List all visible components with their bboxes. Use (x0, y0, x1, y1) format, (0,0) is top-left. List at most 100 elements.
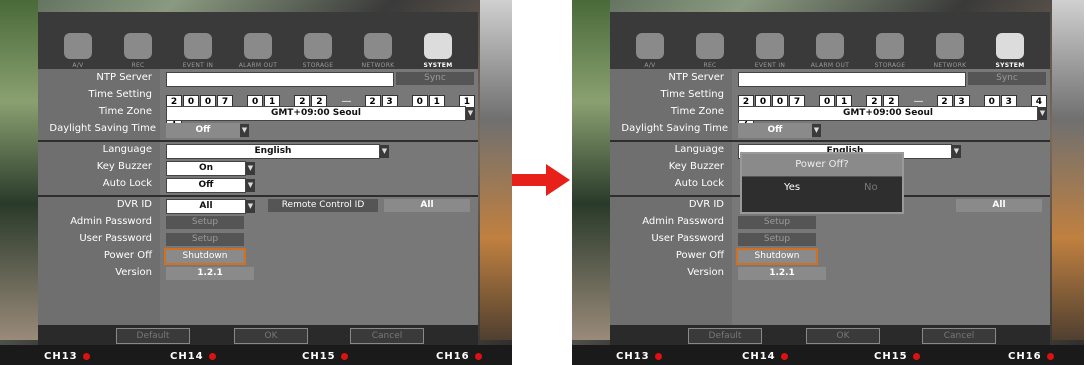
chevron-down-icon[interactable]: ▼ (380, 145, 389, 158)
cancel-button[interactable]: Cancel (922, 328, 996, 344)
version-value: 1.2.1 (166, 267, 254, 280)
system-setup-menu: A/V REC EVENT IN ALARM OUT STORAGE NETWO… (610, 12, 1050, 345)
channel-strip: CH13 CH14 CH15 CH16 (0, 345, 512, 365)
tab-alarm-out[interactable]: ALARM OUT (231, 19, 285, 69)
no-button[interactable]: No (864, 182, 878, 193)
dvr-id-select[interactable]: All (166, 199, 246, 214)
tab-network[interactable]: NETWORK (351, 19, 405, 69)
ok-button[interactable]: OK (234, 328, 308, 344)
label-power-off: Power Off (675, 250, 724, 261)
tab-storage[interactable]: STORAGE (863, 19, 917, 69)
camera-feed-background (572, 0, 610, 340)
channel-label-ch14: CH14 (170, 351, 216, 362)
network-icon (936, 33, 964, 59)
label-admin-password: Admin Password (70, 216, 152, 227)
chevron-down-icon[interactable]: ▼ (246, 179, 255, 192)
chevron-down-icon[interactable]: ▼ (466, 107, 475, 120)
label-dst: Daylight Saving Time (49, 123, 156, 134)
record-dot-icon (208, 352, 216, 360)
tab-event-in[interactable]: EVENT IN (743, 19, 797, 69)
record-dot-icon (780, 352, 788, 360)
channel-label-ch13: CH13 (44, 351, 90, 362)
channel-label-ch15: CH15 (302, 351, 348, 362)
dvr-screen-before: A/V REC EVENT IN ALARM OUT STORAGE NETWO… (0, 0, 512, 365)
ok-button[interactable]: OK (806, 328, 880, 344)
user-password-setup-button[interactable]: Setup (166, 233, 244, 246)
label-key-buzzer: Key Buzzer (96, 161, 152, 172)
menu-bottom-bar: Default OK Cancel (610, 325, 1050, 345)
ntp-server-input[interactable] (738, 72, 966, 87)
label-key-buzzer: Key Buzzer (668, 161, 724, 172)
shutdown-button[interactable]: Shutdown (164, 248, 246, 265)
tab-av[interactable]: A/V (51, 19, 105, 69)
admin-password-setup-button[interactable]: Setup (166, 216, 244, 229)
auto-lock-select[interactable]: Off (166, 178, 246, 193)
network-icon (364, 33, 392, 59)
time-zone-select[interactable]: GMT+09:00 Seoul (738, 106, 1038, 121)
camera-feed-background (1052, 0, 1084, 340)
user-password-setup-button[interactable]: Setup (738, 233, 816, 246)
language-select[interactable]: English (166, 144, 380, 159)
dst-select[interactable]: Off (738, 123, 812, 138)
power-off-dialog: Power Off? Yes No (740, 152, 904, 214)
tab-system[interactable]: SYSTEM (983, 19, 1037, 69)
record-dot-icon (474, 352, 482, 360)
tab-storage[interactable]: STORAGE (291, 19, 345, 69)
tab-system[interactable]: SYSTEM (411, 19, 465, 69)
label-dst: Daylight Saving Time (621, 123, 728, 134)
shutdown-button[interactable]: Shutdown (736, 248, 818, 265)
label-auto-lock: Auto Lock (674, 178, 724, 189)
dst-select[interactable]: Off (166, 123, 240, 138)
default-button[interactable]: Default (116, 328, 190, 344)
admin-password-setup-button[interactable]: Setup (738, 216, 816, 229)
alarm-icon (816, 33, 844, 59)
chevron-down-icon[interactable]: ▼ (246, 200, 255, 213)
section-divider (38, 195, 478, 197)
ntp-server-input[interactable] (166, 72, 394, 87)
tab-av[interactable]: A/V (623, 19, 677, 69)
tab-network[interactable]: NETWORK (923, 19, 977, 69)
record-icon (696, 33, 724, 59)
alarm-icon (244, 33, 272, 59)
record-icon (124, 33, 152, 59)
default-button[interactable]: Default (688, 328, 762, 344)
remote-control-id-value[interactable]: All (384, 199, 470, 212)
chevron-down-icon[interactable]: ▼ (240, 124, 249, 137)
label-language: Language (674, 144, 724, 155)
tab-rec[interactable]: REC (683, 19, 737, 69)
yes-button[interactable]: Yes (784, 182, 800, 193)
chevron-down-icon[interactable]: ▼ (246, 162, 255, 175)
chevron-down-icon[interactable]: ▼ (952, 145, 961, 158)
tab-event-in[interactable]: EVENT IN (171, 19, 225, 69)
label-admin-password: Admin Password (642, 216, 724, 227)
label-time-setting: Time Setting (88, 89, 152, 100)
sync-button[interactable]: Sync (396, 72, 474, 85)
cancel-button[interactable]: Cancel (350, 328, 424, 344)
chevron-down-icon[interactable]: ▼ (812, 124, 821, 137)
label-version: Version (687, 267, 724, 278)
channel-strip: CH13 CH14 CH15 CH16 (572, 345, 1084, 365)
label-dvr-id: DVR ID (116, 199, 152, 210)
sync-button[interactable]: Sync (968, 72, 1046, 85)
camera-icon (636, 33, 664, 59)
menu-tab-bar: A/V REC EVENT IN ALARM OUT STORAGE NETWO… (38, 12, 478, 69)
camera-icon (64, 33, 92, 59)
tab-rec[interactable]: REC (111, 19, 165, 69)
time-zone-select[interactable]: GMT+09:00 Seoul (166, 106, 466, 121)
label-ntp-server: NTP Server (668, 72, 724, 83)
label-power-off: Power Off (103, 250, 152, 261)
record-dot-icon (912, 352, 920, 360)
label-ntp-server: NTP Server (96, 72, 152, 83)
system-icon (996, 33, 1024, 59)
menu-tab-bar: A/V REC EVENT IN ALARM OUT STORAGE NETWO… (610, 12, 1050, 69)
label-dvr-id: DVR ID (688, 199, 724, 210)
label-language: Language (102, 144, 152, 155)
person-icon (756, 33, 784, 59)
value-column: Sync 2007 01 22 — 23 01 11 GMT+09:00 Seo… (38, 69, 478, 325)
remote-control-id-value[interactable]: All (956, 199, 1042, 212)
chevron-down-icon[interactable]: ▼ (1038, 107, 1047, 120)
tab-alarm-out[interactable]: ALARM OUT (803, 19, 857, 69)
key-buzzer-select[interactable]: On (166, 161, 246, 176)
channel-label-ch16: CH16 (1008, 351, 1054, 362)
section-divider (38, 140, 478, 142)
